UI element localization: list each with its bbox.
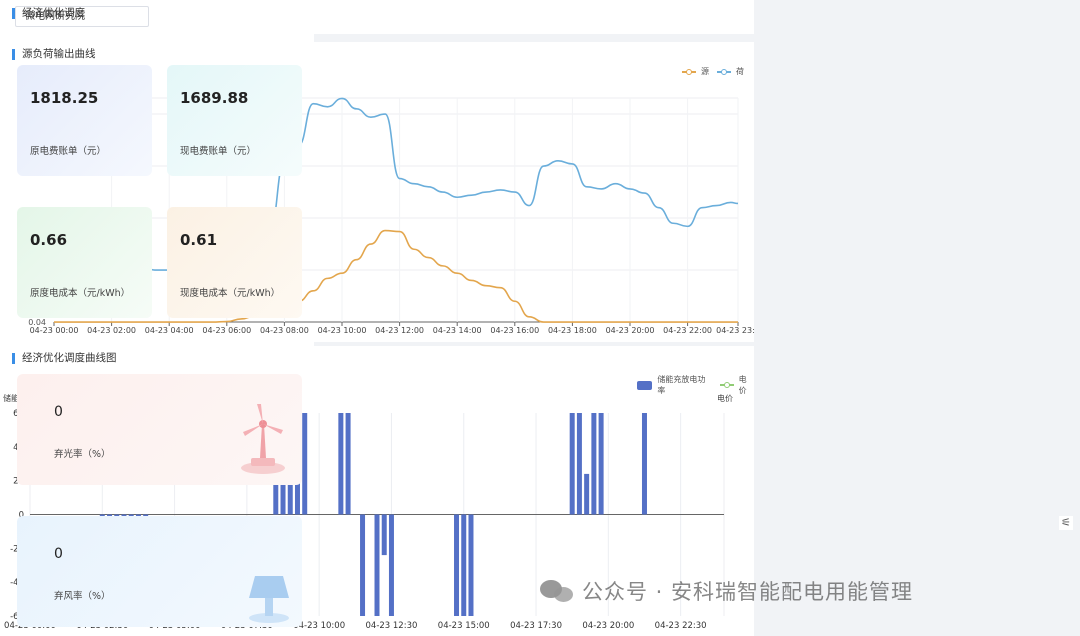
wind-curtailment-value: 0 — [54, 546, 63, 562]
load-series-line — [53, 97, 739, 273]
x-tick-label: 04-23 20:00 — [582, 621, 634, 631]
current-bill-label: 现电费账单（元） — [180, 146, 257, 157]
wind-curtailment-label: 弃风率（%） — [54, 591, 111, 602]
storage-power-bar — [576, 413, 582, 515]
original-bill-label: 原电费账单（元） — [30, 146, 107, 157]
watermark: 公众号 · 安科瑞智能配电用能管理 — [540, 576, 913, 606]
storage-power-bar — [454, 514, 460, 616]
card-pv-curtailment: 0 弃光率（%） — [17, 374, 302, 485]
x-tick-label: 04-23 16:00 — [490, 326, 539, 335]
storage-power-bar — [381, 514, 387, 556]
source-series-line — [54, 229, 738, 323]
x-tick-label: 04-23 20:00 — [606, 326, 655, 335]
pv-curtailment-label: 弃光率（%） — [54, 449, 111, 460]
original-unit-cost-label: 原度电成本（元/kWh） — [30, 288, 131, 299]
original-unit-cost-value: 0.66 — [30, 231, 68, 249]
storage-power-bar — [360, 514, 366, 616]
x-tick-label: 04-23 08:00 — [260, 326, 309, 335]
x-tick-label: 04-23 02:00 — [87, 326, 136, 335]
x-tick-label: 04-23 22:30 — [655, 621, 707, 631]
x-tick-label: 04-23 18:00 — [548, 326, 597, 335]
storage-power-bar — [374, 514, 380, 616]
x-tick-label: 04-23 10:00 — [318, 326, 367, 335]
economic-title: 经济优化调度 — [12, 8, 85, 19]
x-tick-label: 04-23 22:00 — [663, 326, 712, 335]
x-tick-label: 04-23 06:00 — [202, 326, 251, 335]
storage-power-bar — [569, 413, 575, 515]
x-tick-label: 04-23 17:30 — [510, 621, 562, 631]
storage-power-bar — [591, 413, 597, 515]
card-current-unit-cost: 0.61 现度电成本（元/kWh） — [167, 207, 302, 318]
x-tick-label: 04-23 23:4 — [716, 326, 754, 335]
pv-curtailment-value: 0 — [54, 404, 63, 420]
x-tick-label: 04-23 14:00 — [433, 326, 482, 335]
solar-panel-icon — [249, 576, 289, 623]
storage-power-bar — [461, 514, 467, 616]
x-tick-label: 04-23 00:00 — [30, 326, 79, 335]
card-wind-curtailment: 0 弃风率（%） — [17, 516, 302, 627]
y2-axis-label: 电价 — [717, 393, 733, 403]
storage-power-bar — [468, 514, 474, 616]
wind-turbine-icon — [241, 404, 285, 474]
current-bill-value: 1689.88 — [180, 89, 249, 107]
x-tick-label: 04-23 12:30 — [366, 621, 418, 631]
wechat-logo-icon — [540, 578, 574, 604]
storage-power-bar — [302, 413, 308, 515]
settings-sliders-icon[interactable]: ⚟ — [1059, 516, 1073, 530]
top-bar: 微电网研究院 — [0, 0, 754, 34]
x-tick-label: 04-23 12:00 — [375, 326, 424, 335]
storage-power-bar — [598, 413, 604, 515]
x-tick-label: 04-23 15:00 — [438, 621, 490, 631]
storage-power-bar — [584, 473, 590, 515]
card-original-unit-cost: 0.66 原度电成本（元/kWh） — [17, 207, 152, 318]
x-tick-label: 04-23 04:00 — [145, 326, 194, 335]
card-current-bill: 1689.88 现电费账单（元） — [167, 65, 302, 176]
storage-power-bar — [641, 413, 647, 515]
card-original-bill: 1818.25 原电费账单（元） — [17, 65, 152, 176]
current-unit-cost-label: 现度电成本（元/kWh） — [180, 288, 281, 299]
original-bill-value: 1818.25 — [30, 89, 99, 107]
storage-power-bar — [388, 514, 394, 616]
storage-power-bar — [345, 413, 351, 515]
storage-power-bar — [338, 413, 344, 515]
current-unit-cost-value: 0.61 — [180, 231, 218, 249]
watermark-text: 公众号 · 安科瑞智能配电用能管理 — [582, 580, 914, 604]
